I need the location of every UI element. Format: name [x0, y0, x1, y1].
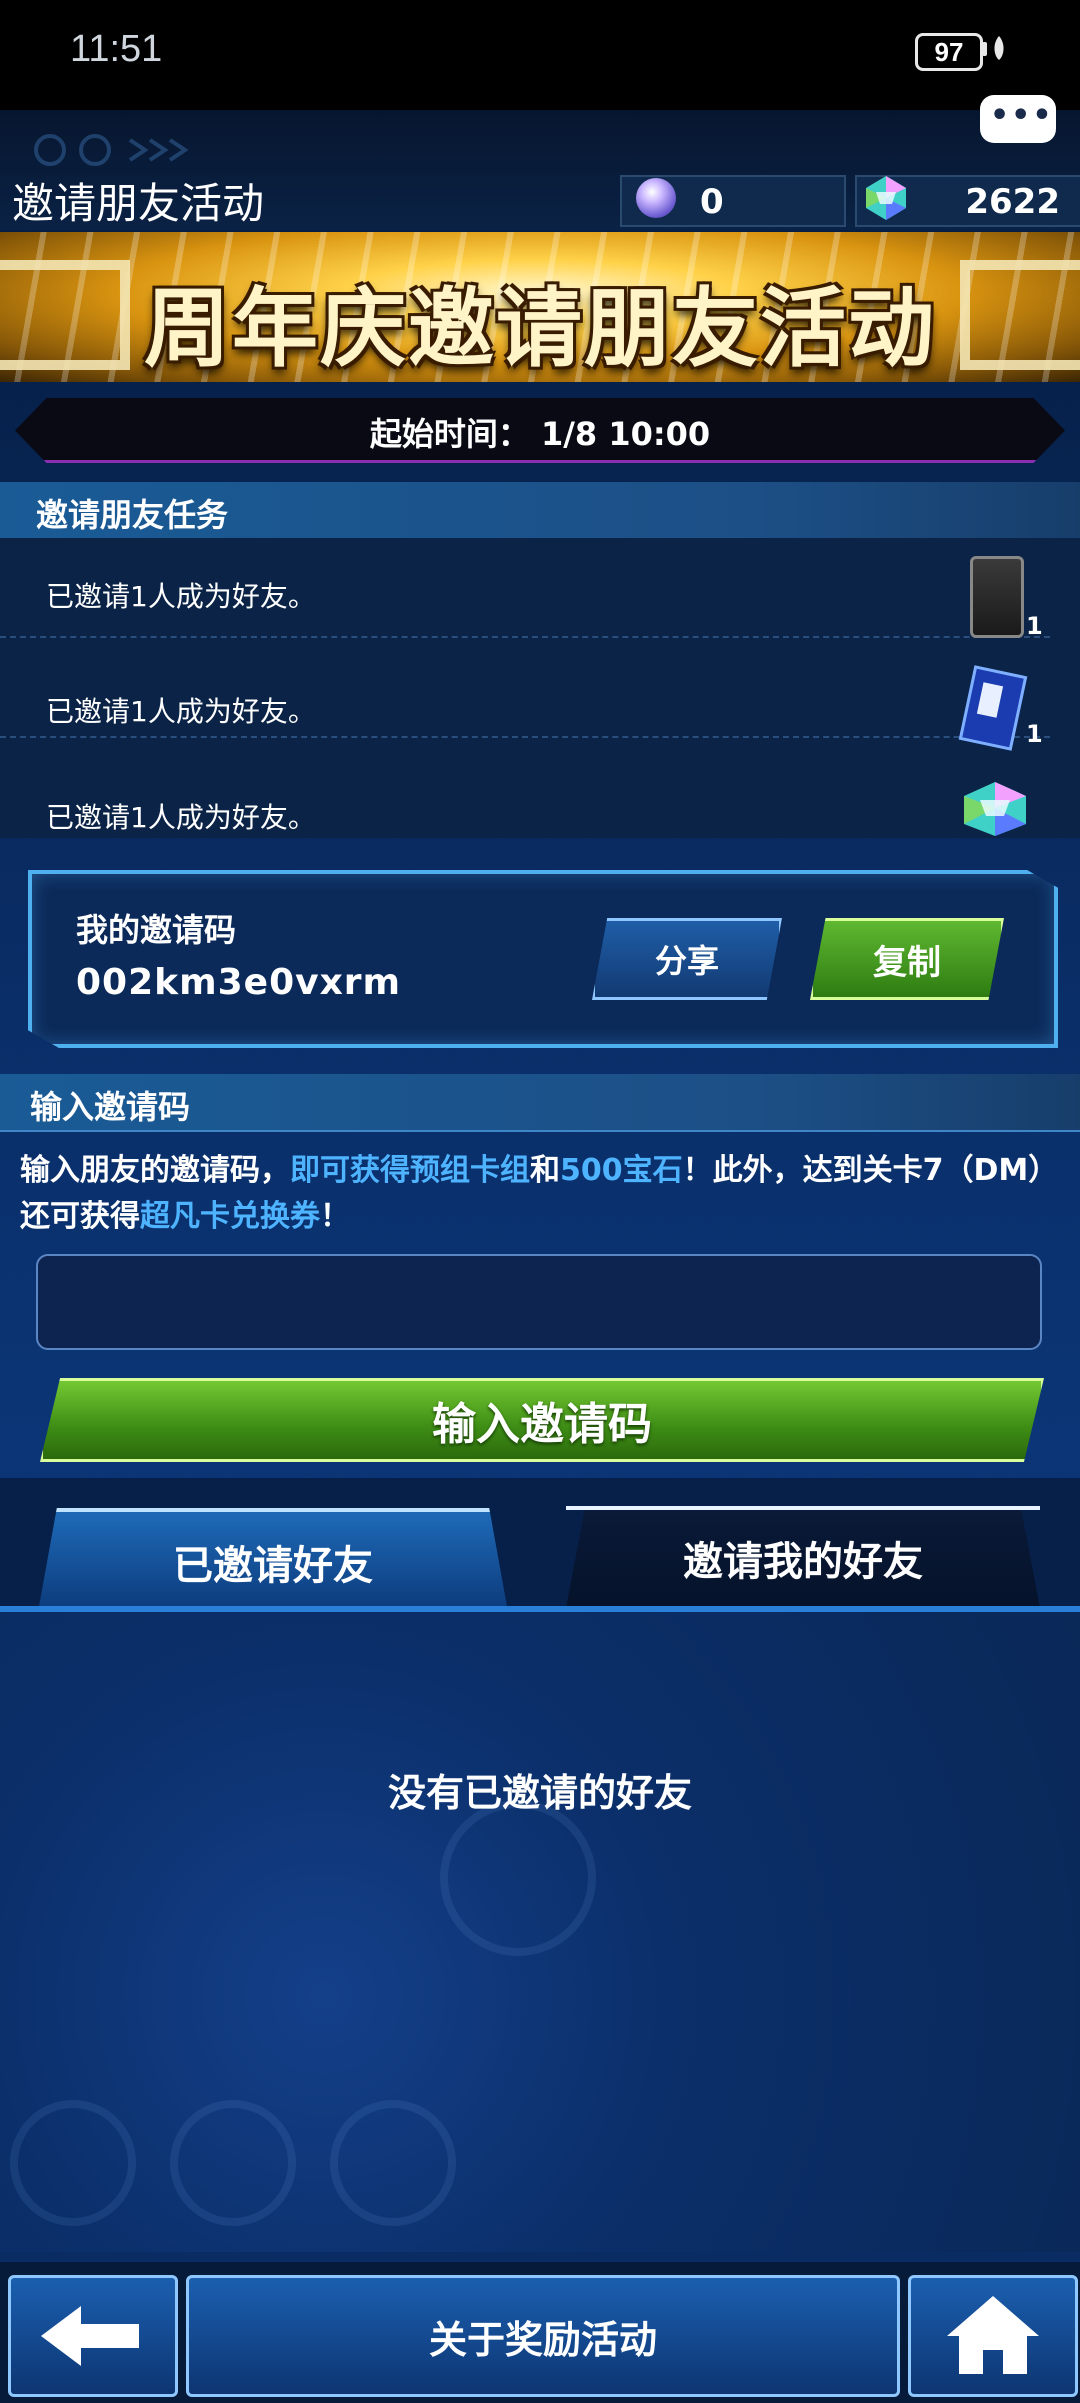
orb-icon — [636, 178, 676, 218]
invite-code-input[interactable] — [36, 1254, 1042, 1350]
enter-code-description: 输入朋友的邀请码，即可获得预组卡组和500宝石！此外，达到关卡7（DM）还可获得… — [20, 1148, 1060, 1240]
leaf-icon — [994, 36, 1004, 60]
back-button[interactable] — [8, 2275, 178, 2397]
gem-count: 2622 — [965, 182, 1060, 222]
enter-code-section-title: 输入邀请码 — [30, 1088, 191, 1126]
tab-invited-friends[interactable]: 已邀请好友 — [38, 1508, 508, 1612]
desc-text: ！ — [320, 1199, 350, 1234]
task-label: 已邀请1人成为好友。 — [46, 801, 316, 834]
chat-icon: ••• — [990, 98, 1054, 133]
card-sleeve-icon — [970, 556, 1024, 638]
task-reward-count: 1 — [1026, 720, 1043, 748]
desc-text: 和 — [530, 1153, 560, 1188]
bg-circle-decoration — [440, 1800, 596, 1956]
my-code-label: 我的邀请码 — [76, 911, 237, 949]
banner-title: 周年庆邀请朋友活动 — [144, 278, 936, 379]
task-label: 已邀请1人成为好友。 — [46, 695, 316, 728]
task-reward-count: 1 — [1026, 612, 1043, 640]
desc-highlight: 500宝石 — [560, 1153, 683, 1188]
desc-highlight: 超凡卡兑换券 — [140, 1199, 320, 1234]
arrow-left-icon — [41, 2306, 139, 2366]
tab-active-edge — [566, 1506, 1040, 1614]
desc-text: 输入朋友的邀请码， — [20, 1153, 290, 1188]
desc-highlight: 即可获得预组卡组 — [290, 1153, 530, 1188]
battery-indicator: 97 — [915, 33, 983, 71]
share-button[interactable]: 分享 — [592, 918, 782, 1000]
task-label: 已邀请1人成为好友。 — [46, 580, 316, 613]
copy-button[interactable]: 复制 — [810, 918, 1004, 1000]
circuit-decoration — [34, 134, 189, 166]
reward-info-button[interactable]: 关于奖励活动 — [186, 2275, 900, 2397]
enter-code-button[interactable]: 输入邀请码 — [40, 1378, 1044, 1462]
battery-tip — [982, 42, 987, 56]
bg-circle-decoration — [10, 2100, 136, 2226]
home-icon — [947, 2296, 1039, 2374]
gem-icon — [866, 176, 906, 220]
my-invite-code: 002km3e0vxrm — [76, 962, 402, 1003]
bg-circle-decoration — [330, 2100, 456, 2226]
page-title: 邀请朋友活动 — [12, 179, 265, 228]
start-time: 起始时间： 1/8 10:00 — [369, 415, 711, 453]
gem-icon — [964, 782, 1026, 836]
task-section-title: 邀请朋友任务 — [36, 496, 229, 534]
bg-circle-decoration — [170, 2100, 296, 2226]
orb-count: 0 — [700, 182, 724, 222]
empty-friends-message: 没有已邀请的好友 — [387, 1771, 692, 1815]
home-button[interactable] — [908, 2275, 1078, 2397]
status-time: 11:51 — [70, 28, 163, 70]
